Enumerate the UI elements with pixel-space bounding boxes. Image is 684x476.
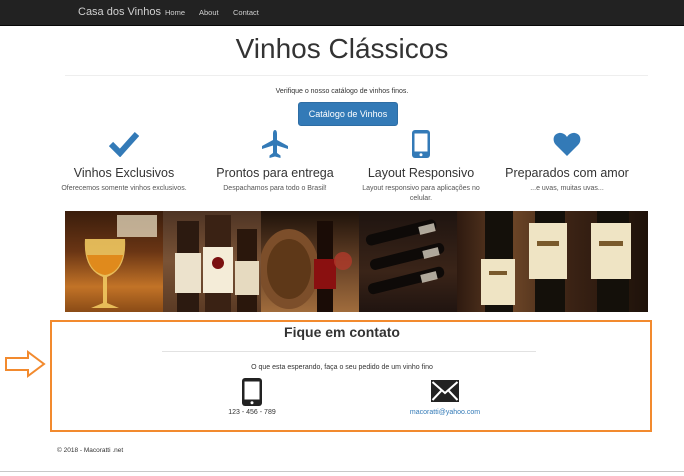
nav-link-home[interactable]: Home [165, 8, 185, 17]
feature-description: ...e uvas, muitas uvas... [530, 185, 604, 192]
contact-phone: 123 - 456 - 789 [228, 409, 276, 416]
top-navbar: Casa dos Vinhos Home About Contact [0, 0, 684, 26]
feature-title: Layout Responsivo [367, 166, 475, 180]
wine-photo-barrel [261, 211, 359, 312]
wine-photo-strip [65, 211, 648, 312]
feature-description: Layout responsivo para aplicações no cel… [362, 185, 480, 203]
feature-description: Despachamos para todo o Brasil! [223, 185, 327, 192]
feature-title: Vinhos Exclusivos [73, 166, 175, 180]
contact-divider [162, 351, 536, 352]
heart-icon [553, 132, 581, 156]
navbar-brand[interactable]: Casa dos Vinhos [78, 6, 161, 18]
feature-made-with-love: Preparados com amor ...e uvas, muitas uv… [491, 124, 643, 194]
phone-icon [242, 378, 262, 406]
wine-photo-jouillan-bottles [457, 211, 648, 312]
page-title: Vinhos Clássicos [235, 33, 449, 64]
catalog-button[interactable]: Catálogo de Vinhos [298, 102, 398, 126]
checkmark-icon [109, 131, 139, 157]
contact-email-link[interactable]: macoratti@yahoo.com [395, 409, 495, 416]
feature-exclusive-wines: Vinhos Exclusivos Oferecemos somente vin… [48, 124, 200, 194]
nav-link-about[interactable]: About [199, 8, 219, 17]
footer-copyright: © 2018 - Macoratti .net [57, 447, 124, 454]
feature-title: Preparados com amor [505, 166, 629, 180]
feature-description: Oferecemos somente vinhos exclusivos. [61, 185, 187, 192]
feature-title: Prontos para entrega [216, 166, 334, 180]
hero-tagline: Verifique o nosso catálogo de vinhos fin… [275, 88, 409, 95]
wine-photo-rack [359, 211, 457, 312]
page-bottom-border [0, 471, 684, 472]
mobile-phone-icon [412, 130, 430, 158]
nav-link-contact[interactable]: Contact [233, 8, 259, 17]
wine-photo-glass [65, 211, 163, 312]
title-divider [65, 75, 648, 76]
wine-photo-bottles-labels [163, 211, 261, 312]
contact-text: O que esta esperando, faça o seu pedido … [251, 364, 433, 371]
envelope-icon [431, 380, 459, 402]
feature-responsive: Layout Responsivo Layout responsivo para… [345, 124, 497, 204]
contact-title: Fique em contato [284, 324, 400, 340]
airplane-icon [262, 130, 288, 158]
feature-delivery: Prontos para entrega Despachamos para to… [199, 124, 351, 194]
